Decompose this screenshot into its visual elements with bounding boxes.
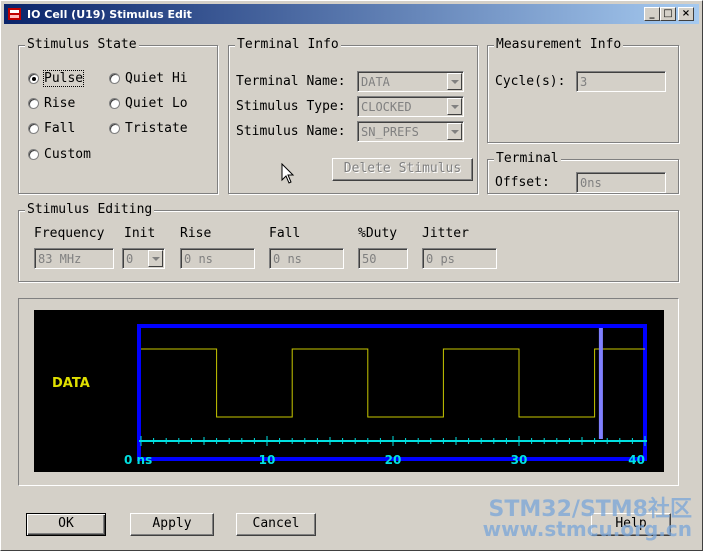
radio-tristate[interactable]: Tristate [109, 121, 188, 136]
radio-label: Rise [44, 96, 76, 111]
terminal-name-select[interactable]: DATA [357, 71, 464, 92]
terminal-name-label: Terminal Name: [236, 74, 346, 89]
axis-tick-label: 30 [511, 453, 528, 467]
duty-field[interactable]: 50 [358, 248, 408, 269]
radio-pulse[interactable]: Pulse [28, 70, 85, 87]
radio-dot [109, 123, 120, 134]
offset-field[interactable]: 0ns [576, 172, 666, 193]
group-legend: Terminal [494, 151, 561, 166]
app-icon [7, 6, 23, 22]
waveform-view[interactable]: DATA 0 ns 10 20 30 40 [34, 310, 664, 472]
radio-dot [28, 123, 39, 134]
stimulus-type-select[interactable]: CLOCKED [357, 96, 464, 117]
radio-quiet-lo[interactable]: Quiet Lo [109, 96, 188, 111]
chevron-down-icon[interactable] [447, 123, 462, 140]
chevron-down-icon[interactable] [148, 250, 163, 267]
select-value: DATA [361, 75, 390, 89]
group-legend: Terminal Info [235, 37, 341, 52]
stimulus-state-group: Stimulus State [18, 37, 218, 194]
radio-custom[interactable]: Custom [28, 147, 91, 162]
axis-tick-label: 10 [259, 453, 276, 467]
radio-dot [109, 98, 120, 109]
group-legend: Stimulus State [25, 37, 139, 52]
frequency-label: Frequency [34, 226, 105, 241]
axis-tick-label: 0 ns [124, 453, 152, 467]
duty-label: %Duty [358, 226, 398, 241]
window-title: IO Cell (U19) Stimulus Edit [27, 7, 192, 21]
ok-button[interactable]: OK [26, 513, 106, 536]
radio-rise[interactable]: Rise [28, 96, 75, 111]
radio-dot [28, 149, 39, 160]
radio-quiet-hi[interactable]: Quiet Hi [109, 71, 188, 86]
mouse-cursor-icon [281, 163, 295, 184]
radio-dot [109, 73, 120, 84]
maximize-icon[interactable]: □ [660, 7, 676, 21]
group-legend: Stimulus Editing [25, 202, 155, 217]
watermark-line2: www.stmcu.org.cn [482, 517, 692, 541]
stimulus-name-label: Stimulus Name: [236, 124, 346, 139]
chevron-down-icon[interactable] [447, 98, 462, 115]
cycles-label: Cycle(s): [495, 74, 566, 89]
select-value: 0 [126, 252, 134, 266]
close-icon[interactable]: × [678, 7, 694, 21]
select-value: CLOCKED [361, 100, 412, 114]
radio-label: Quiet Hi [125, 71, 188, 86]
minimize-icon[interactable]: _ [644, 7, 660, 21]
jitter-field[interactable]: 0 ps [422, 248, 497, 269]
cancel-button[interactable]: Cancel [236, 513, 316, 536]
offset-label: Offset: [495, 175, 550, 190]
radio-label: Custom [44, 147, 91, 162]
rise-field[interactable]: 0 ns [180, 248, 255, 269]
select-value: SN_PREFS [361, 125, 419, 139]
chevron-down-icon[interactable] [447, 73, 462, 90]
apply-button[interactable]: Apply [130, 513, 214, 536]
radio-label: Quiet Lo [125, 96, 188, 111]
group-legend: Measurement Info [494, 37, 624, 52]
title-bar[interactable]: IO Cell (U19) Stimulus Edit [4, 4, 699, 24]
jitter-label: Jitter [422, 226, 469, 241]
signal-trace [141, 348, 645, 418]
init-label: Init [124, 226, 156, 241]
stimulus-type-label: Stimulus Type: [236, 99, 346, 114]
init-select[interactable]: 0 [122, 248, 165, 269]
radio-dot [28, 98, 39, 109]
frequency-field[interactable]: 83 MHz [34, 248, 114, 269]
fall-label: Fall [269, 226, 301, 241]
cycles-field[interactable]: 3 [576, 71, 666, 92]
radio-label: Tristate [125, 121, 188, 136]
fall-field[interactable]: 0 ns [269, 248, 344, 269]
time-marker[interactable] [598, 328, 603, 439]
axis-tick-label: 20 [385, 453, 402, 467]
dialog-window: IO Cell (U19) Stimulus Edit _ □ × Stimul… [0, 0, 703, 551]
radio-label: Fall [44, 121, 76, 136]
radio-label: Pulse [42, 70, 85, 87]
axis-tick-label: 40 [628, 453, 645, 467]
measurement-info-group: Measurement Info [487, 37, 679, 143]
radio-fall[interactable]: Fall [28, 121, 75, 136]
stimulus-editing-group: Stimulus Editing [18, 202, 679, 282]
radio-dot [28, 73, 39, 84]
signal-name-label: DATA [52, 376, 90, 391]
waveform-canvas[interactable]: DATA 0 ns 10 20 30 40 [34, 310, 664, 472]
rise-label: Rise [180, 226, 212, 241]
delete-stimulus-button[interactable]: Delete Stimulus [332, 158, 473, 181]
stimulus-name-select[interactable]: SN_PREFS [357, 121, 464, 142]
